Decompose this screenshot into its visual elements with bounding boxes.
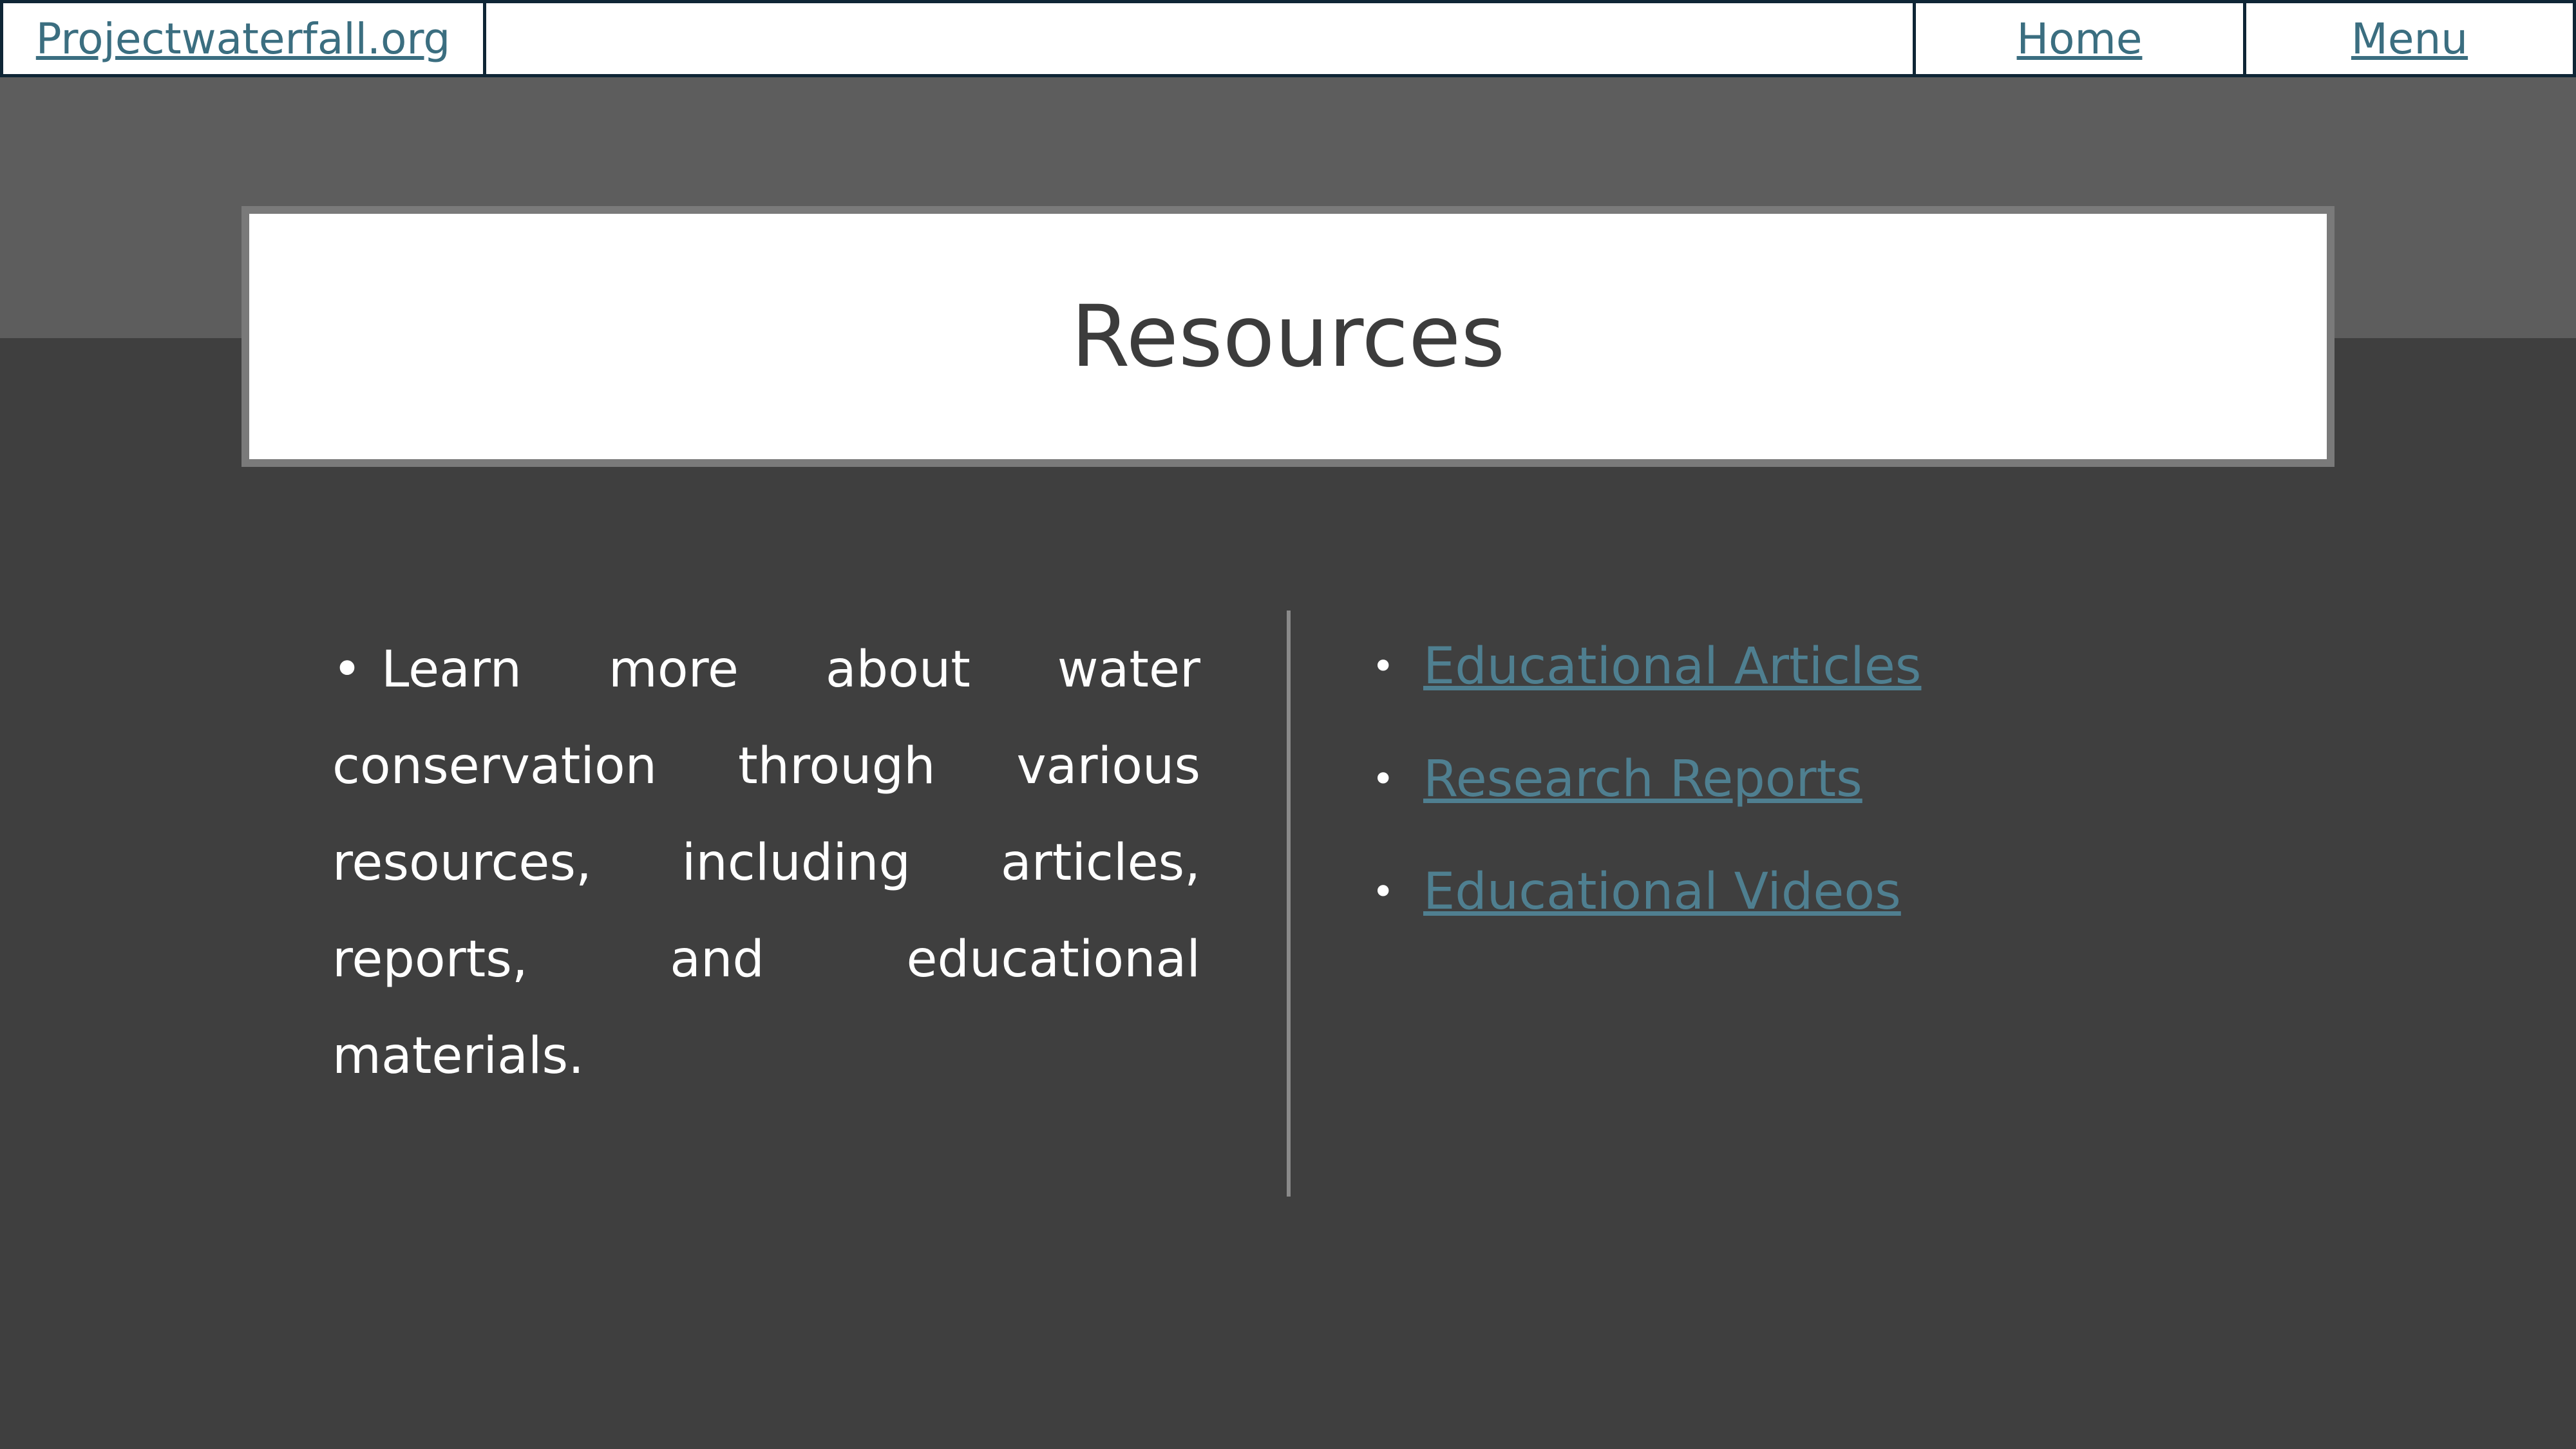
bullet-icon: • [332,641,363,699]
menu-link[interactable]: Menu [2351,14,2468,64]
nav-cell-menu: Menu [2243,0,2576,77]
bullet-icon: • [1372,869,1395,914]
list-item: • Educational Videos [1372,860,1921,924]
page-title: Resources [1070,287,1506,386]
bullet-icon: • [1372,644,1395,689]
slide-page: Projectwaterfall.org Home Menu Resources… [0,0,2576,1449]
home-link[interactable]: Home [2017,14,2143,64]
educational-articles-link[interactable]: Educational Articles [1423,638,1921,696]
description-text: Learn more about water conservation thro… [332,641,1200,1085]
site-link[interactable]: Projectwaterfall.org [36,14,450,64]
title-box: Resources [242,206,2334,467]
list-item: • Research Reports [1372,747,1921,811]
educational-videos-link[interactable]: Educational Videos [1423,863,1901,921]
nav-cell-spacer [483,0,1916,77]
research-reports-link[interactable]: Research Reports [1423,750,1862,808]
description-bullet: • Learn more about water conservation thr… [332,621,1200,1104]
resource-link-list: • Educational Articles • Research Report… [1372,634,1921,972]
nav-cell-home: Home [1913,0,2246,77]
bullet-icon: • [1372,757,1395,802]
list-item: • Educational Articles [1372,634,1921,699]
nav-bar: Projectwaterfall.org Home Menu [0,0,2576,77]
column-divider [1287,611,1291,1197]
nav-cell-site: Projectwaterfall.org [0,0,486,77]
